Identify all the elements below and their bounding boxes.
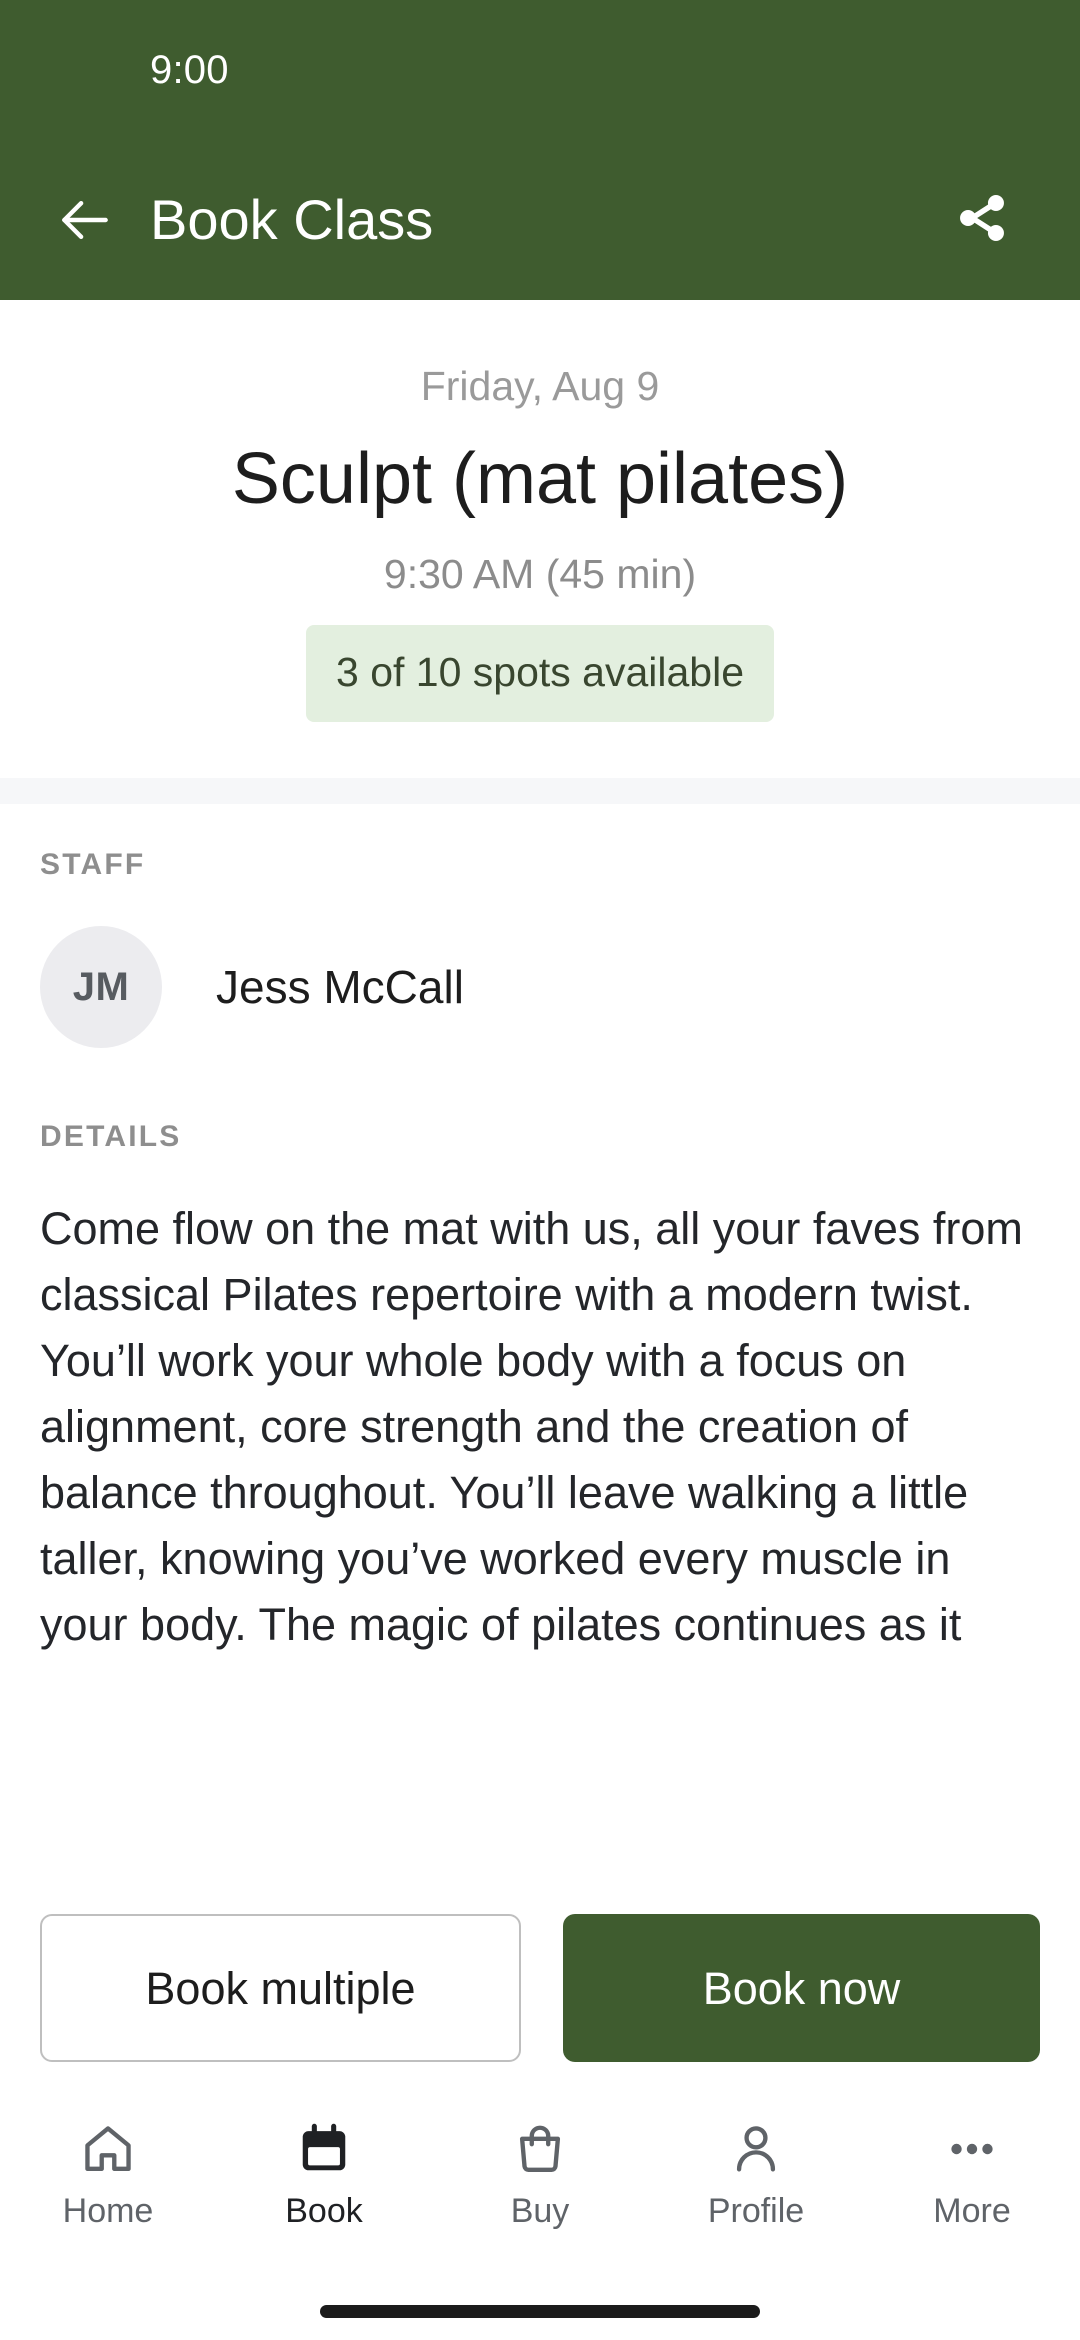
share-button[interactable]: [942, 180, 1022, 260]
details-section-label: DETAILS: [40, 1120, 182, 1154]
class-name: Sculpt (mat pilates): [231, 439, 849, 520]
app-bar: Book Class: [0, 140, 1080, 300]
scroll-content[interactable]: Friday, Aug 9 Sculpt (mat pilates) 9:30 …: [0, 300, 1080, 1892]
nav-item-profile[interactable]: Profile: [648, 2118, 864, 2228]
nav-label-buy: Buy: [510, 2192, 570, 2230]
home-indicator[interactable]: [320, 2304, 760, 2318]
book-now-button[interactable]: Book now: [563, 1914, 1040, 2062]
app-screen: 9:00 Book Class Friday, Aug 9 Sculpt (ma…: [0, 0, 1080, 2340]
arrow-left-icon: [54, 189, 116, 251]
status-bar: 9:00: [0, 0, 1080, 140]
avatar: JM: [40, 926, 162, 1049]
page-title: Book Class: [150, 188, 434, 251]
bottom-navigation: Home Book Buy Profile More: [0, 2092, 1080, 2282]
staff-section-label: STAFF: [40, 848, 146, 882]
nav-item-book[interactable]: Book: [216, 2118, 432, 2228]
share-icon: [951, 187, 1013, 254]
back-button[interactable]: [48, 183, 122, 257]
nav-label-home: Home: [62, 2192, 154, 2230]
status-clock: 9:00: [150, 48, 229, 92]
book-multiple-button[interactable]: Book multiple: [40, 1914, 521, 2062]
staff-row[interactable]: JM Jess McCall: [40, 926, 1040, 1049]
details-body: Come flow on the mat with us, all your f…: [40, 1203, 1023, 1651]
more-dots-icon: [943, 2118, 1001, 2180]
bag-icon: [511, 2118, 569, 2180]
home-indicator-area: [0, 2282, 1080, 2340]
class-date: Friday, Aug 9: [420, 363, 660, 409]
nav-item-more[interactable]: More: [864, 2118, 1080, 2228]
class-time: 9:30 AM (45 min): [383, 551, 697, 598]
nav-label-more: More: [933, 2192, 1011, 2230]
nav-item-buy[interactable]: Buy: [432, 2118, 648, 2228]
calendar-icon: [295, 2118, 353, 2180]
avatar-initials: JM: [72, 964, 130, 1009]
nav-label-book: Book: [285, 2192, 363, 2230]
nav-label-profile: Profile: [707, 2192, 805, 2230]
staff-name: Jess McCall: [216, 961, 464, 1014]
class-summary: Friday, Aug 9 Sculpt (mat pilates) 9:30 …: [0, 300, 1080, 779]
staff-section: STAFF JM Jess McCall DETAILS Come flow o…: [0, 804, 1080, 1651]
section-divider: [0, 778, 1080, 805]
home-icon: [79, 2118, 137, 2180]
person-icon: [727, 2118, 785, 2180]
action-bar: Book multiple Book now: [0, 1892, 1080, 2092]
status-badge: 3 of 10 spots available: [306, 625, 774, 723]
nav-item-home[interactable]: Home: [0, 2118, 216, 2228]
